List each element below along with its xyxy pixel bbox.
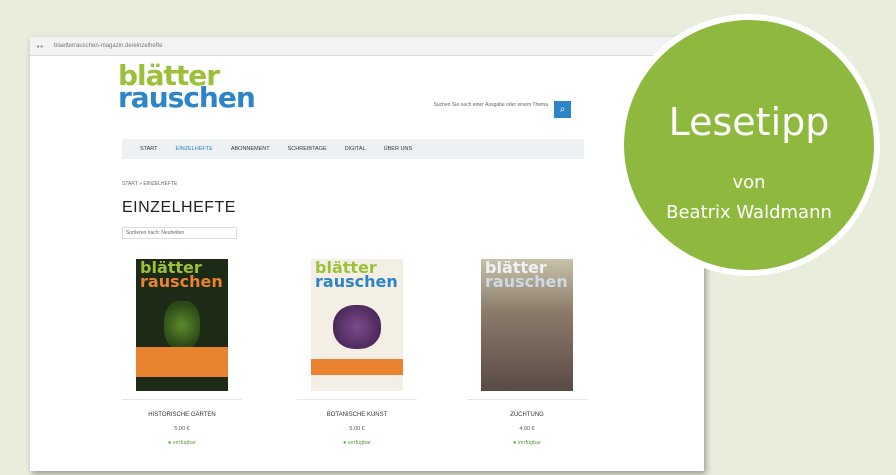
address-bar[interactable]: blaetterrauschen-magazin.de/einzelhefte	[54, 43, 668, 49]
site-logo[interactable]: blätter rauschen	[118, 61, 256, 115]
browser-toolbar: ◂ ▸ blaetterrauschen-magazin.de/einzelhe…	[30, 37, 704, 56]
divider	[297, 399, 417, 400]
cover-logo: blätter rauschen	[140, 259, 223, 291]
nav-item-schreibtage[interactable]: Schreibtage	[288, 146, 327, 152]
nav-item-abonnement[interactable]: Abonnement	[231, 146, 270, 152]
divider	[122, 399, 242, 400]
cover-band	[311, 359, 403, 375]
product-title[interactable]: Züchtung	[467, 412, 587, 418]
cover-band	[136, 347, 228, 377]
product-cover-image[interactable]: blätter rauschen	[311, 259, 403, 391]
nav-item-ueber-uns[interactable]: Über uns	[384, 146, 412, 152]
badge-author: Beatrix Waldmann	[666, 202, 832, 223]
product-price: 5,00 €	[349, 426, 365, 432]
product-title[interactable]: Botanische Kunst	[297, 412, 417, 418]
nav-item-start[interactable]: Start	[140, 146, 158, 152]
nav-item-digital[interactable]: Digital	[345, 146, 366, 152]
product-price: 5,00 €	[174, 426, 190, 432]
product-cover-image[interactable]: blätter rauschen	[481, 259, 573, 391]
page-title: EINZELHEFTE	[122, 199, 236, 216]
search-icon: ⌕	[559, 104, 566, 115]
cover-illustration	[333, 305, 381, 349]
cover-logo: blätter rauschen	[315, 259, 398, 291]
availability-status: ● verfügbar	[167, 440, 197, 446]
product-cover-image[interactable]: blätter rauschen	[136, 259, 228, 391]
availability-status: ● verfügbar	[512, 440, 542, 446]
search-hint: Suchen Sie nach einer Ausgabe oder einem…	[433, 102, 548, 108]
back-forward-icon[interactable]: ◂ ▸	[36, 43, 54, 50]
cover-logo: blätter rauschen	[485, 259, 568, 291]
badge-von: von	[732, 172, 766, 193]
product-title[interactable]: Historische Gärten	[122, 412, 242, 418]
badge-headline: Lesetipp	[668, 100, 830, 144]
nav-item-einzelhefte[interactable]: Einzelhefte	[176, 146, 213, 152]
availability-status: ● verfügbar	[342, 440, 372, 446]
divider	[467, 399, 587, 400]
product-price: 4,00 €	[519, 426, 535, 432]
browser-screenshot: ◂ ▸ blaetterrauschen-magazin.de/einzelhe…	[30, 37, 704, 471]
main-navigation: Start Einzelhefte Abonnement Schreibtage…	[122, 139, 584, 159]
breadcrumb[interactable]: Start » Einzelhefte	[122, 181, 177, 187]
product-card[interactable]: blätter rauschen Züchtung 4,00 € ● verfüg…	[467, 259, 587, 446]
product-card[interactable]: blätter rauschen Botanische Kunst 5,00 € …	[297, 259, 417, 446]
sort-select[interactable]: Sortieren nach: Neuheiten	[122, 227, 237, 239]
logo-line-2: rauschen	[118, 81, 256, 115]
product-card[interactable]: blätter rauschen Historische Gärten 5,00 …	[122, 259, 242, 446]
search-button[interactable]: ⌕	[554, 101, 571, 118]
lesetipp-badge: Lesetipp von Beatrix Waldmann	[624, 20, 874, 270]
cover-illustration	[164, 301, 200, 349]
